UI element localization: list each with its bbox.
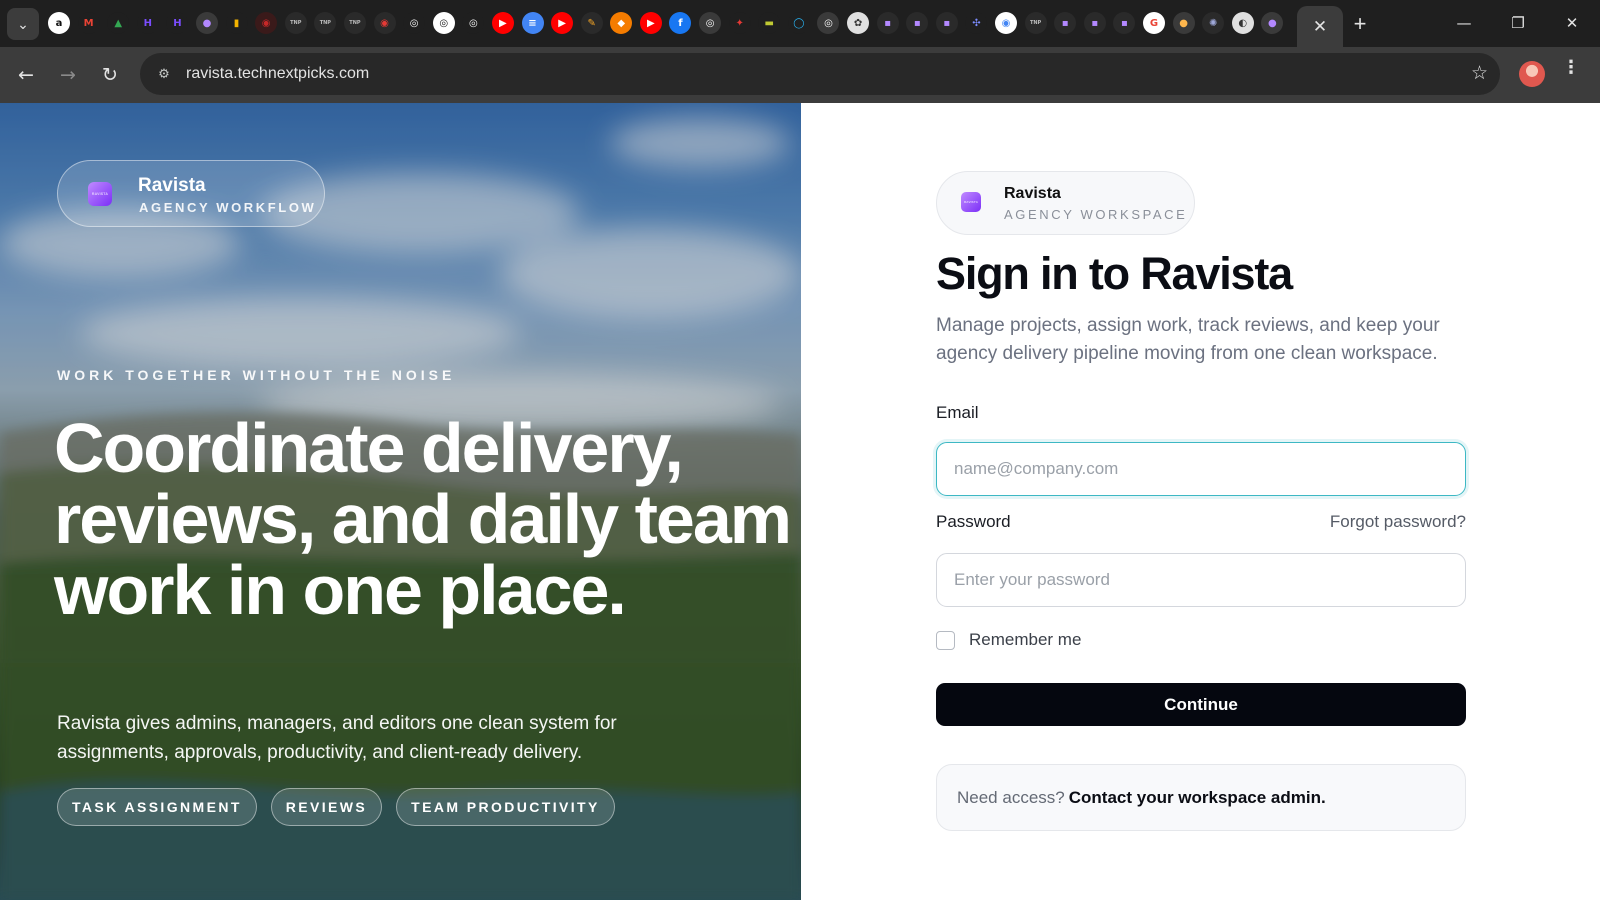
browser-menu-icon[interactable]: ⋮	[1562, 59, 1580, 77]
password-field[interactable]	[937, 554, 1465, 606]
chrome-icon[interactable]: ◉	[995, 12, 1017, 34]
tnp-icon[interactable]: ◉	[373, 12, 396, 34]
docs-icon[interactable]: ≡	[521, 12, 544, 34]
tab-search-chevron-icon[interactable]: ⌄	[7, 8, 39, 40]
ravista-icon[interactable]: ▪	[1083, 12, 1106, 34]
password-field-container	[936, 553, 1466, 607]
youtube-icon[interactable]: ▶	[639, 12, 662, 34]
amazon-icon[interactable]: a	[48, 12, 70, 34]
github-icon[interactable]: ◎	[403, 12, 426, 34]
site-info-icon[interactable]: ⚙	[154, 64, 174, 84]
page-title: Sign in to Ravista	[936, 248, 1293, 299]
h-icon[interactable]: H	[136, 12, 159, 34]
pen-icon[interactable]: ✎	[580, 12, 603, 34]
bookmark-icon[interactable]: ◆	[610, 12, 633, 34]
active-tab[interactable]: ✕	[1297, 6, 1343, 47]
remember-me[interactable]: Remember me	[936, 630, 1081, 650]
url-text[interactable]: ravista.technextpicks.com	[186, 65, 369, 83]
hero-panel: RAVISTA Ravista AGENCY WORKFLOW WORK TOG…	[0, 103, 801, 900]
feature-chips: TASK ASSIGNMENT REVIEWS TEAM PRODUCTIVIT…	[57, 788, 615, 826]
hero-description: Ravista gives admins, managers, and edit…	[57, 713, 617, 763]
workspace-brand-pill: RAVISTA Ravista AGENCY WORKSPACE	[936, 171, 1195, 235]
pinned-tabs: a M ▲ H H ● ▮ ◉ TNP TNP TNP ◉ ◎ ◎ ◎ ▶ ≡ ▶ ✎ ◆ ▶ f ◎ ✦ ▬ ◯ ◎ ✿ ▪ ▪ ▪ ✣ ◉ T…	[48, 12, 1284, 34]
tnp-icon[interactable]: TNP	[314, 12, 337, 34]
address-bar[interactable]: ⚙ ravista.technextpicks.com ☆	[140, 53, 1500, 95]
hero-brand-name: Ravista	[138, 175, 206, 196]
tab-close-icon[interactable]: ✕	[1313, 17, 1327, 37]
browser-toolbar: ← → ↻ ⚙ ravista.technextpicks.com ☆ ⋮	[0, 47, 1600, 103]
gmail-icon[interactable]: M	[77, 12, 100, 34]
workspace-brand-name: Ravista	[1004, 185, 1061, 202]
chip-team-productivity: TEAM PRODUCTIVITY	[396, 788, 615, 826]
circle-icon[interactable]: ◯	[787, 12, 810, 34]
email-field-container	[936, 442, 1466, 496]
compass-icon[interactable]: ◎	[699, 12, 722, 34]
contact-admin-link[interactable]: Contact your workspace admin.	[1069, 788, 1326, 808]
tnp-icon[interactable]: TNP	[343, 12, 366, 34]
workspace-brand-tagline: AGENCY WORKSPACE	[1004, 207, 1188, 222]
ravista-icon[interactable]: ▪	[1054, 12, 1077, 34]
google-icon[interactable]: G	[1142, 12, 1165, 34]
continue-button[interactable]: Continue	[936, 683, 1466, 726]
github-icon[interactable]: ◎	[462, 12, 485, 34]
password-label: Password	[936, 512, 1011, 531]
profile-avatar[interactable]	[1519, 61, 1545, 87]
signin-panel: RAVISTA Ravista AGENCY WORKSPACE Sign in…	[801, 103, 1600, 900]
tnp-icon[interactable]: TNP	[1024, 12, 1047, 34]
sparkle-icon[interactable]: ✣	[965, 12, 988, 34]
chart-icon[interactable]: ▮	[225, 12, 248, 34]
analytics-icon[interactable]: ▲	[107, 12, 130, 34]
youtube-icon[interactable]: ▶	[551, 12, 574, 34]
new-tab-icon[interactable]: +	[1346, 10, 1374, 38]
globe-icon[interactable]: ◐	[1231, 12, 1254, 34]
gear-icon[interactable]: ✺	[1202, 12, 1225, 34]
ravista-icon[interactable]: ▪	[1113, 12, 1136, 34]
ravista-icon[interactable]: ▪	[876, 12, 899, 34]
tnp-icon[interactable]: ◉	[255, 12, 278, 34]
email-label: Email	[936, 403, 979, 422]
remember-me-label[interactable]: Remember me	[969, 630, 1081, 650]
avatar-icon[interactable]: ●	[1172, 12, 1195, 34]
youtube-icon[interactable]: ▶	[491, 12, 514, 34]
back-icon[interactable]: ←	[11, 60, 41, 90]
ravista-logo-icon: RAVISTA	[961, 192, 981, 212]
restore-icon[interactable]: ❐	[1495, 8, 1541, 38]
access-question: Need access?	[957, 787, 1065, 807]
ravista-icon[interactable]: ●	[1261, 12, 1284, 34]
maple-leaf-icon[interactable]: ✦	[728, 12, 751, 34]
chip-task-assignment: TASK ASSIGNMENT	[57, 788, 257, 826]
facebook-icon[interactable]: f	[669, 12, 692, 34]
ravista-icon[interactable]: ●	[195, 12, 218, 34]
minimize-icon[interactable]: —	[1441, 8, 1487, 38]
hero-headline: Coordinate delivery, reviews, and daily …	[54, 409, 792, 629]
hero-eyebrow: WORK TOGETHER WITHOUT THE NOISE	[57, 367, 456, 383]
ai-icon[interactable]: ◎	[817, 12, 840, 34]
browser-tabstrip: ⌄ a M ▲ H H ● ▮ ◉ TNP TNP TNP ◉ ◎ ◎ ◎ ▶ ≡ ▶ ✎ ◆ ▶ f ◎ ✦ ▬ ◯ ◎ ✿ ▪ ▪ ▪ ✣…	[0, 0, 1600, 47]
forgot-password-link[interactable]: Forgot password?	[1330, 512, 1466, 532]
email-field[interactable]	[937, 443, 1465, 495]
tnp-icon[interactable]: TNP	[284, 12, 307, 34]
ravista-icon[interactable]: ▪	[935, 12, 958, 34]
window-close-icon[interactable]: ✕	[1549, 8, 1595, 38]
bookmark-star-icon[interactable]: ☆	[1471, 62, 1488, 84]
ravista-icon[interactable]: ▪	[906, 12, 929, 34]
ravista-logo-icon: RAVISTA	[88, 182, 112, 206]
hero-brand-tagline: AGENCY WORKFLOW	[139, 200, 317, 215]
remember-me-checkbox[interactable]	[936, 630, 955, 650]
h-icon[interactable]: H	[166, 12, 189, 34]
github-icon[interactable]: ◎	[432, 12, 455, 34]
card-icon[interactable]: ▬	[758, 12, 781, 34]
reload-icon[interactable]: ↻	[95, 60, 125, 90]
access-notice: Need access? Contact your workspace admi…	[936, 764, 1466, 831]
forward-icon[interactable]: →	[53, 60, 83, 90]
hero-brand-pill: RAVISTA Ravista AGENCY WORKFLOW	[57, 160, 325, 227]
openai-icon[interactable]: ✿	[847, 12, 870, 34]
chip-reviews: REVIEWS	[270, 788, 383, 826]
page-subtitle: Manage projects, assign work, track revi…	[936, 315, 1440, 364]
